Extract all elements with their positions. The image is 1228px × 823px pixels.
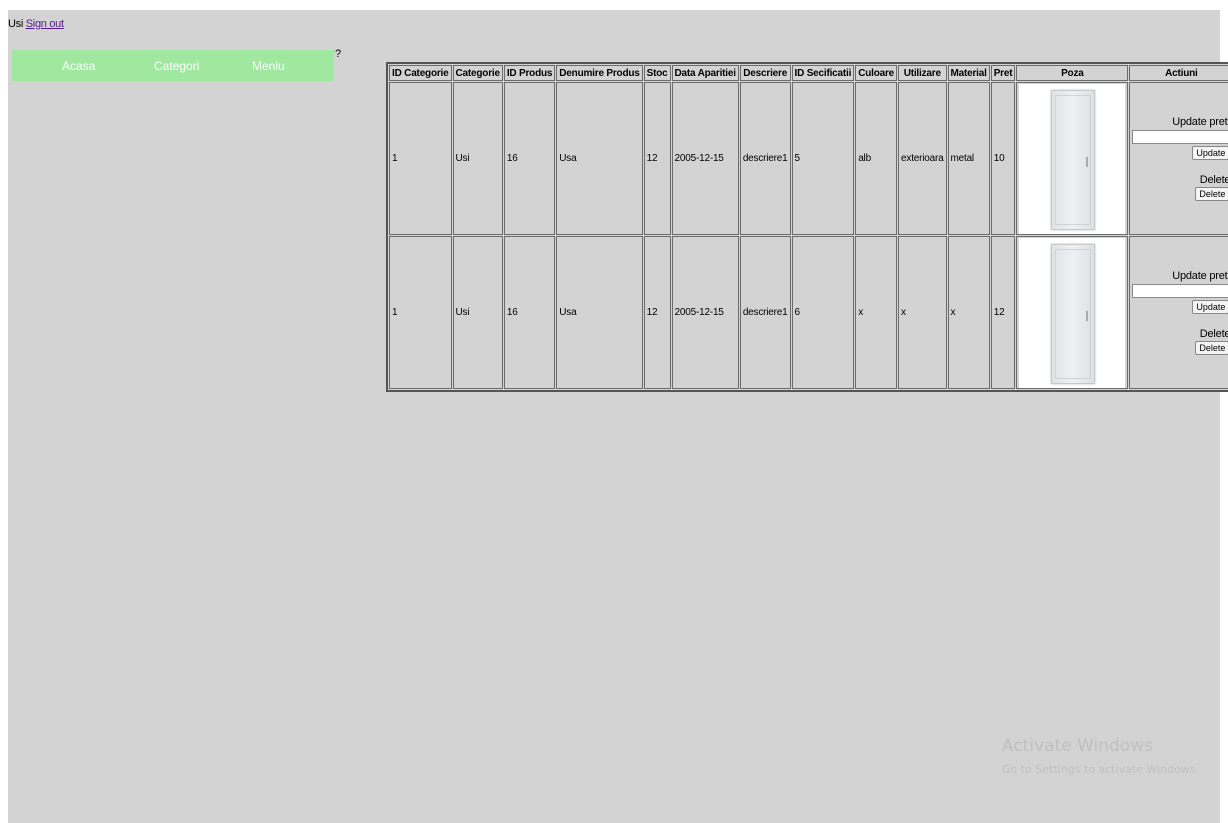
cell-actiuni: Update pret: Update Delete Delete (1129, 236, 1228, 389)
table-header-row: ID Categorie Categorie ID Produs Denumir… (389, 65, 1228, 81)
col-header: Descriere (739, 65, 791, 81)
cell-culoare: x (855, 236, 898, 389)
cell-material: x (947, 236, 990, 389)
col-header: ID Produs (503, 65, 556, 81)
page-background: Usi Sign out Acasa Categorii Meniu ? ID … (8, 10, 1228, 823)
cell-denumire: Usa (556, 82, 643, 235)
door-icon (1051, 89, 1096, 230)
door-image (1019, 83, 1126, 234)
cell-id-categorie: 1 (389, 82, 452, 235)
windows-activation-watermark: Activate Windows Go to Settings to activ… (1002, 736, 1199, 776)
cell-data: 2005-12-15 (671, 236, 739, 389)
cell-id-produs: 16 (503, 82, 556, 235)
cell-pret: 10 (990, 82, 1016, 235)
delete-label: Delete (1199, 328, 1228, 340)
update-price-label: Update pret: (1172, 116, 1228, 128)
col-header: Stoc (643, 65, 671, 81)
cell-culoare: alb (855, 82, 898, 235)
update-price-input[interactable] (1132, 130, 1228, 144)
cell-id-categorie: 1 (389, 236, 452, 389)
table-row: 1 Usi 16 Usa 12 2005-12-15 descriere1 6 … (389, 236, 1228, 389)
update-price-input[interactable] (1132, 284, 1228, 298)
current-category: Usi (8, 18, 23, 30)
delete-label: Delete (1199, 174, 1228, 186)
cell-stoc: 12 (643, 82, 671, 235)
table-row: 1 Usi 16 Usa 12 2005-12-15 descriere1 5 … (389, 82, 1228, 235)
watermark-title: Activate Windows (1002, 736, 1153, 756)
cell-utilizare: exterioara (898, 82, 947, 235)
col-header: Actiuni (1129, 65, 1228, 81)
cell-pret: 12 (990, 236, 1016, 389)
update-price-label: Update pret: (1172, 270, 1228, 282)
col-header: Utilizare (898, 65, 947, 81)
cell-actiuni: Update pret: Update Delete Delete (1129, 82, 1228, 235)
col-header: Data Aparitiei (671, 65, 739, 81)
cell-id-produs: 16 (503, 236, 556, 389)
nav-item-categorii[interactable]: Categorii (154, 59, 200, 73)
cell-stoc: 12 (643, 236, 671, 389)
cell-material: metal (947, 82, 990, 235)
cell-id-spec: 6 (791, 236, 855, 389)
products-table: ID Categorie Categorie ID Produs Denumir… (386, 62, 1228, 392)
col-header: Pret (990, 65, 1016, 81)
col-header: Denumire Produs (556, 65, 643, 81)
delete-button[interactable]: Delete (1195, 341, 1228, 355)
col-header: Categorie (452, 65, 503, 81)
sign-out-link[interactable]: Sign out (26, 18, 64, 30)
cell-descriere: descriere1 (739, 82, 791, 235)
col-header: ID Secificatii (791, 65, 855, 81)
cell-data: 2005-12-15 (671, 82, 739, 235)
watermark-subtitle: Go to Settings to activate Windows. (1002, 763, 1200, 776)
cell-id-spec: 5 (791, 82, 855, 235)
user-bar: Usi Sign out (8, 18, 64, 30)
col-header: Material (947, 65, 990, 81)
main-nav: Acasa Categorii Meniu (12, 50, 334, 81)
update-button[interactable]: Update (1192, 300, 1228, 314)
update-button[interactable]: Update (1192, 146, 1228, 160)
delete-button[interactable]: Delete (1195, 187, 1228, 201)
cell-descriere: descriere1 (739, 236, 791, 389)
cell-categorie: Usi (452, 82, 503, 235)
cell-denumire: Usa (556, 236, 643, 389)
col-header: Poza (1016, 65, 1129, 81)
cell-poza (1016, 236, 1129, 389)
cell-utilizare: x (898, 236, 947, 389)
cell-poza (1016, 82, 1129, 235)
col-header: ID Categorie (389, 65, 452, 81)
stray-question-mark: ? (335, 48, 342, 60)
col-header: Culoare (855, 65, 898, 81)
cell-categorie: Usi (452, 236, 503, 389)
nav-item-acasa[interactable]: Acasa (62, 59, 95, 73)
nav-item-meniu[interactable]: Meniu (252, 59, 285, 73)
door-icon (1051, 243, 1096, 384)
products-table-wrapper: ID Categorie Categorie ID Produs Denumir… (386, 62, 1228, 392)
door-image (1019, 237, 1126, 388)
